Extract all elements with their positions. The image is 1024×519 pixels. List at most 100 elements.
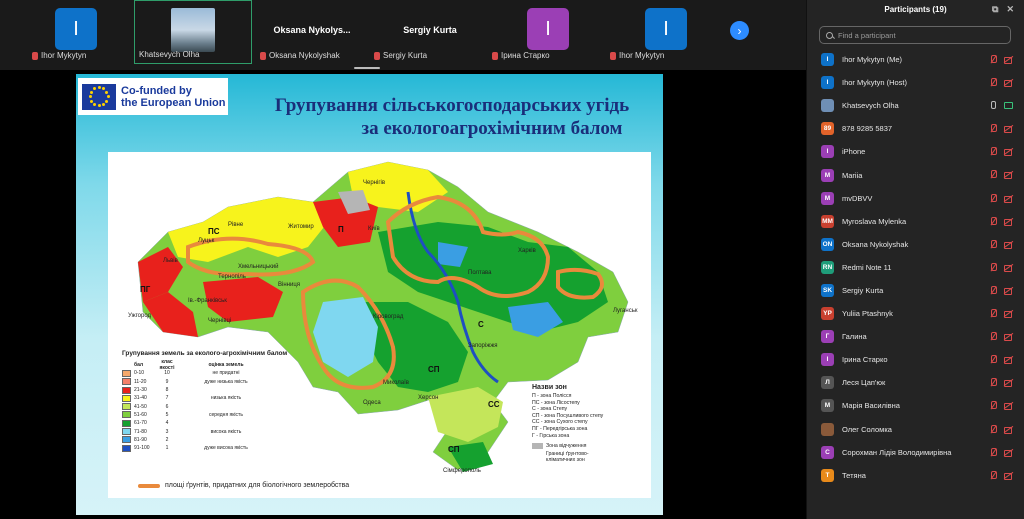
- microphone-icon: [991, 101, 996, 110]
- video-tile[interactable]: I Ihor Mykytyn: [608, 0, 724, 64]
- participant-row[interactable]: С Сорохман Лідія Володимирівна: [807, 441, 1024, 464]
- star-icon: [105, 90, 109, 94]
- participant-row[interactable]: I Ihor Mykytyn (Me): [807, 48, 1024, 71]
- video-camera-off-icon: [1004, 148, 1013, 157]
- video-tile[interactable]: I Ірина Старко: [490, 0, 606, 64]
- chevron-right-icon[interactable]: ›: [730, 21, 749, 40]
- pop-out-icon[interactable]: ⧉: [992, 4, 998, 15]
- video-camera-off-icon: [1004, 379, 1013, 388]
- video-camera-off-icon: [1004, 241, 1013, 249]
- legend-class: 7: [165, 395, 169, 402]
- participant-row[interactable]: Олег Соломка: [807, 418, 1024, 441]
- zone-code-ps: ПС: [208, 227, 220, 236]
- star-icon: [102, 102, 105, 106]
- video-camera-off-icon: [1004, 218, 1013, 226]
- video-camera-off-icon: [1004, 264, 1013, 272]
- avatar: ON: [821, 237, 834, 251]
- zone-code-sp-crimea: СП: [448, 445, 460, 454]
- close-icon[interactable]: ✕: [1006, 4, 1014, 15]
- star-icon: [102, 87, 105, 91]
- legend-row: 31-40 7 низька якість: [122, 394, 274, 402]
- microphone-muted-icon: [990, 378, 997, 387]
- video-camera-off-icon: [1004, 79, 1013, 88]
- video-tile[interactable]: I Ihor Mykytyn: [18, 0, 134, 64]
- participant-name: Ihor Mykytyn (Host): [842, 78, 908, 88]
- legend-score: 81-90: [134, 436, 147, 443]
- participant-row[interactable]: Л Леся Цап'юк: [807, 371, 1024, 394]
- participant-name: iPhone: [842, 147, 866, 157]
- legend-swatch: [122, 436, 131, 444]
- participant-row[interactable]: M Mariia: [807, 163, 1024, 186]
- microphone-muted-icon: [990, 78, 997, 87]
- participant-name: Ihor Mykytyn: [619, 51, 665, 60]
- legend-score: 21-30: [134, 387, 147, 394]
- participant-name: mvDBVV: [842, 193, 873, 203]
- video-tile-active[interactable]: Khatsevych Olha: [134, 0, 252, 64]
- legend-class: 1: [165, 445, 169, 452]
- city-label-zhytomyr: Житомир: [288, 224, 314, 230]
- participant-row[interactable]: RN Redmi Note 11: [807, 256, 1024, 279]
- avatar: I: [821, 53, 834, 67]
- legend-score: 91-100: [134, 445, 150, 452]
- legend-score: 71-80: [134, 428, 147, 435]
- microphone-muted-icon: [990, 355, 997, 364]
- alienated-label: Зона відчуження: [546, 443, 587, 450]
- participant-name: Галина: [842, 332, 867, 342]
- city-label-vinnytsia: Вінниця: [278, 282, 300, 288]
- participant-row[interactable]: MM Myroslava Mylenka: [807, 210, 1024, 233]
- legend-swatch: [122, 411, 131, 419]
- participant-row[interactable]: 89 878 9285 5837: [807, 117, 1024, 140]
- city-label-rivne: Рівне: [228, 222, 244, 228]
- avatar: YP: [821, 307, 834, 321]
- participant-row[interactable]: IiPhone: [807, 140, 1024, 163]
- microphone-muted-icon: [990, 401, 997, 410]
- microphone-muted-icon: [990, 124, 997, 133]
- video-tile[interactable]: Sergiy Kurta Sergiy Kurta: [372, 0, 488, 64]
- avatar: I: [55, 8, 97, 50]
- legend-row: 91-100 1 дуже висока якість: [122, 444, 274, 452]
- zones-legend: Назви зон П - зона Полісся ПС - зона Лісо…: [532, 384, 650, 463]
- avatar: I: [527, 8, 569, 50]
- legend-row: 11-20 9 дуже низька якість: [122, 378, 274, 386]
- video-tile[interactable]: Oksana Nykolys... Oksana Nykolyshak: [254, 0, 370, 64]
- participant-row[interactable]: Г Галина: [807, 325, 1024, 348]
- city-label-kyiv: Київ: [368, 226, 380, 232]
- video-camera-off-icon: [1004, 333, 1013, 342]
- participant-row[interactable]: T Тетяна: [807, 464, 1024, 487]
- participant-name: Олег Соломка: [842, 424, 892, 434]
- legend-swatch: [122, 369, 131, 377]
- city-label-zaporizhzhia: Запоріжжя: [468, 343, 498, 349]
- avatar: 89: [821, 122, 834, 136]
- video-camera-off-icon: [1004, 171, 1013, 180]
- participant-row[interactable]: I Ірина Старко: [807, 348, 1024, 371]
- avatar: MM: [821, 214, 834, 228]
- participant-row[interactable]: ON Oksana Nykolyshak: [807, 233, 1024, 256]
- resize-handle[interactable]: [354, 67, 380, 69]
- video-camera-off-icon: [1004, 287, 1013, 295]
- avatar: I: [821, 145, 834, 159]
- microphone-muted-icon: [990, 285, 997, 295]
- participant-row[interactable]: Khatsevych Olha: [807, 94, 1024, 117]
- eu-flag-icon: [82, 83, 116, 110]
- participant-name: Ihor Mykytyn (Me): [842, 55, 903, 65]
- microphone-muted-icon: [990, 55, 997, 64]
- exclusion-swatch: [532, 443, 543, 450]
- star-icon: [89, 99, 93, 103]
- search-box[interactable]: [819, 26, 1011, 44]
- video-camera-off-icon: [1004, 195, 1013, 203]
- star-icon: [89, 90, 93, 94]
- participant-row[interactable]: I Ihor Mykytyn (Host): [807, 71, 1024, 94]
- search-input[interactable]: [838, 30, 998, 40]
- video-camera-off-icon: [1004, 426, 1013, 434]
- video-camera-off-icon: [1004, 402, 1013, 411]
- city-label-chernihiv: Чернігів: [363, 180, 385, 186]
- city-label-lutsk: Луцьк: [198, 238, 215, 244]
- participant-row[interactable]: YP Yuliia Ptashnyk: [807, 302, 1024, 325]
- participant-row[interactable]: MmvDBVV: [807, 187, 1024, 210]
- participant-row[interactable]: SK Sergiy Kurta: [807, 279, 1024, 302]
- participant-name: Oksana Nykolyshak: [269, 51, 340, 60]
- participant-row[interactable]: М Марія Василівна: [807, 394, 1024, 417]
- legend-score: 51-60: [134, 411, 147, 418]
- legend-quality: дуже низька якість: [204, 378, 248, 385]
- avatar: [821, 99, 834, 113]
